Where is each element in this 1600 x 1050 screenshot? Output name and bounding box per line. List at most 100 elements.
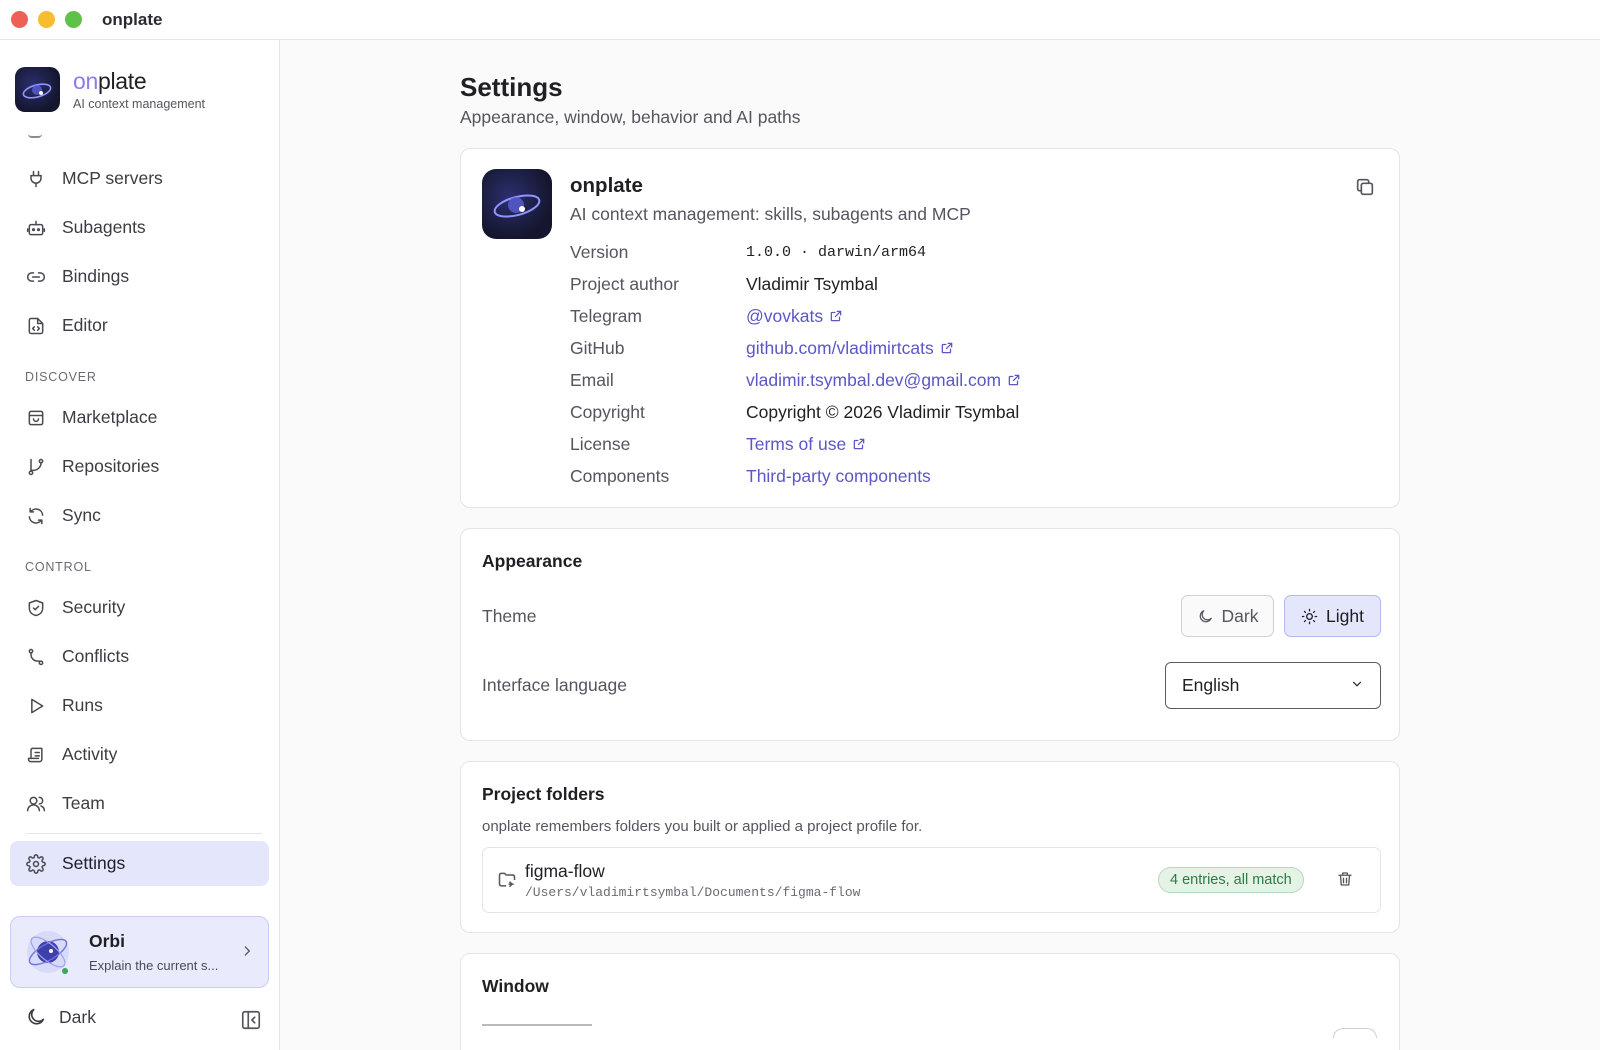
app-name: onplate (570, 174, 643, 197)
folder-name: figma-flow (525, 861, 605, 881)
section-discover: DISCOVER (25, 370, 97, 384)
brand-name: onplate (73, 68, 147, 94)
robot-icon (25, 217, 47, 239)
folder-row[interactable]: figma-flow /Users/vladimirtsymbal/Docume… (482, 847, 1381, 913)
telegram-link[interactable]: @vovkats (746, 306, 843, 327)
title-bar: onplate (0, 0, 1600, 40)
theme-light-button[interactable]: Light (1284, 595, 1381, 637)
third-party-link[interactable]: Third-party components (746, 466, 931, 487)
language-select[interactable]: English (1165, 662, 1381, 709)
scroll-icon (25, 744, 47, 766)
copyright-value: Copyright © 2026 Vladimir Tsymbal (746, 401, 1020, 422)
cut-off-toggle[interactable] (1333, 1028, 1377, 1038)
app-description: AI context management: skills, subagents… (570, 204, 971, 224)
info-label: License (570, 433, 631, 454)
sidebar-item-label: MCP servers (62, 168, 163, 188)
moon-icon (25, 1006, 47, 1028)
external-link-icon (852, 437, 866, 451)
appearance-card: Appearance Theme Dark Light Interface la… (460, 528, 1400, 741)
sidebar-item-bindings[interactable]: Bindings (10, 254, 269, 299)
info-row-components: Components Third-party components (570, 464, 1370, 488)
about-card: onplate AI context management: skills, s… (460, 148, 1400, 508)
main-content: Settings Appearance, window, behavior an… (280, 40, 1600, 1050)
appearance-title: Appearance (482, 551, 583, 571)
scrolled-item-icon (28, 132, 42, 138)
app-logo-icon (15, 67, 60, 112)
email-link[interactable]: vladimir.tsymbal.dev@gmail.com (746, 370, 1021, 391)
github-link[interactable]: github.com/vladimirtcats (746, 338, 954, 359)
terms-link[interactable]: Terms of use (746, 434, 866, 455)
info-label: Project author (570, 273, 679, 294)
project-folders-card: Project folders onplate remembers folder… (460, 761, 1400, 933)
plug-icon (25, 168, 47, 190)
sidebar-item-label: Sync (62, 505, 101, 525)
page-title: Settings (460, 72, 563, 102)
info-row-author: Project author Vladimir Tsymbal (570, 272, 1370, 296)
maximize-window-button[interactable] (65, 11, 82, 28)
brand-subtitle: AI context management (73, 97, 206, 111)
close-window-button[interactable] (11, 11, 28, 28)
collapse-sidebar-icon[interactable] (240, 1009, 262, 1031)
sidebar-item-editor[interactable]: Editor (10, 303, 269, 348)
sidebar-item-conflicts[interactable]: Conflicts (10, 634, 269, 679)
theme-toggle-label: Dark (59, 1006, 96, 1027)
sidebar-item-runs[interactable]: Runs (10, 683, 269, 728)
window-title: onplate (102, 9, 163, 29)
git-branch-icon (25, 456, 47, 478)
app-logo-icon (482, 169, 552, 239)
trash-icon[interactable] (1336, 870, 1354, 893)
theme-dark-button[interactable]: Dark (1181, 595, 1274, 637)
store-icon (25, 407, 47, 429)
sidebar-item-subagents[interactable]: Subagents (10, 205, 269, 250)
moon-icon (1197, 608, 1214, 625)
folder-path: /Users/vladimirtsymbal/Documents/figma-f… (525, 885, 861, 900)
orbi-subtitle: Explain the current s... (89, 958, 219, 973)
sidebar-item-sync[interactable]: Sync (10, 493, 269, 538)
sidebar-item-label: Team (62, 793, 105, 813)
sidebar-item-activity[interactable]: Activity (10, 732, 269, 777)
info-label: Copyright (570, 401, 645, 422)
page-subtitle: Appearance, window, behavior and AI path… (460, 107, 801, 127)
info-label: GitHub (570, 337, 625, 358)
info-row-license: License Terms of use (570, 432, 1370, 456)
sidebar-item-security[interactable]: Security (10, 585, 269, 630)
info-row-version: Version 1.0.0 · darwin/arm64 (570, 240, 1370, 264)
folder-icon (497, 870, 517, 895)
copy-icon[interactable] (1354, 176, 1376, 198)
section-control: CONTROL (25, 560, 92, 574)
sidebar-item-settings[interactable]: Settings (10, 841, 269, 886)
sidebar-item-repositories[interactable]: Repositories (10, 444, 269, 489)
info-label: Components (570, 465, 670, 486)
window-controls (11, 11, 82, 28)
sidebar-item-label: Repositories (62, 456, 160, 476)
external-link-icon (1007, 373, 1021, 387)
author-value: Vladimir Tsymbal (746, 273, 878, 294)
info-label: Version (570, 241, 629, 262)
info-row-email: Email vladimir.tsymbal.dev@gmail.com (570, 368, 1370, 392)
cut-off-row (482, 1024, 592, 1030)
users-icon (25, 793, 47, 815)
minimize-window-button[interactable] (38, 11, 55, 28)
sidebar-divider (25, 833, 262, 834)
orbi-avatar (23, 927, 73, 977)
shield-check-icon (25, 597, 47, 619)
sidebar-item-label: Security (62, 597, 126, 617)
window-card: Window (460, 953, 1400, 1050)
file-code-icon (25, 315, 47, 337)
chevron-down-icon (1350, 675, 1364, 696)
external-link-icon (829, 309, 843, 323)
sidebar-item-team[interactable]: Team (10, 781, 269, 826)
language-label: Interface language (482, 675, 627, 695)
sidebar-item-label: Settings (62, 853, 126, 873)
info-row-github: GitHub github.com/vladimirtcats (570, 336, 1370, 360)
sidebar-item-marketplace[interactable]: Marketplace (10, 395, 269, 440)
sidebar-item-mcp-servers[interactable]: MCP servers (10, 156, 269, 201)
sidebar-item-label: Conflicts (62, 646, 130, 666)
sidebar-item-label: Runs (62, 695, 103, 715)
project-folders-title: Project folders (482, 784, 605, 804)
orbi-assistant-card[interactable]: Orbi Explain the current s... (10, 916, 269, 988)
theme-toggle-button[interactable]: Dark (25, 1006, 96, 1028)
gear-icon (25, 853, 47, 875)
orbi-name: Orbi (89, 931, 125, 951)
info-row-telegram: Telegram @vovkats (570, 304, 1370, 328)
